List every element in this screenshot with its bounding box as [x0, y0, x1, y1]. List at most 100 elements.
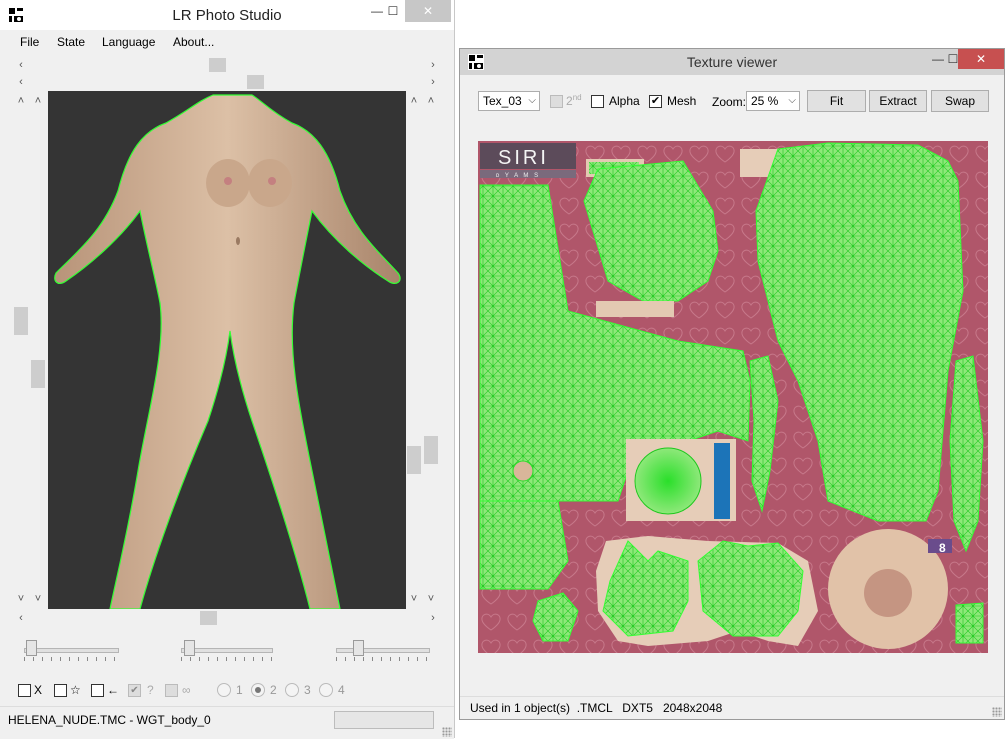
extract-button[interactable]: Extract [869, 90, 927, 112]
radio-2[interactable] [251, 683, 265, 697]
top-hscroll-2[interactable]: ‹ › [14, 75, 440, 89]
radio-4[interactable] [319, 683, 333, 697]
scroll-left-icon[interactable]: ‹ [14, 58, 28, 72]
scroll-left-icon[interactable]: ‹ [14, 75, 28, 89]
slider-handle[interactable] [184, 640, 195, 656]
checkbox-alpha-label: Alpha [609, 94, 640, 108]
checkbox-question-label: ? [147, 683, 154, 697]
radio-3[interactable] [285, 683, 299, 697]
menu-state[interactable]: State [57, 35, 85, 49]
scroll-thumb[interactable] [14, 307, 28, 335]
scroll-thumb[interactable] [407, 446, 421, 474]
checkbox-mesh[interactable]: ✔ [649, 95, 662, 108]
radio-3-label: 3 [304, 683, 311, 697]
checkbox-alpha[interactable] [591, 95, 604, 108]
titlebar[interactable]: Texture viewer — ☐ ✕ [460, 49, 1004, 75]
progress-bar [334, 711, 434, 729]
checkbox-arrow[interactable] [91, 684, 104, 697]
close-button[interactable]: ✕ [405, 0, 451, 22]
scroll-thumb[interactable] [200, 611, 217, 625]
top-hscroll-1[interactable]: ‹ › [14, 58, 440, 72]
scroll-up-icon[interactable]: ˄ [31, 94, 45, 108]
slider-handle[interactable] [353, 640, 364, 656]
checkbox-question[interactable]: ✔ [128, 684, 141, 697]
right-vscroll-2[interactable]: ˄ ˅ [424, 92, 438, 608]
status-bar: Used in 1 object(s) .TMCL DXT5 2048x2048 [460, 696, 1004, 719]
texture-canvas[interactable]: SIRI ᴅ Y A M S 8 [478, 141, 988, 653]
checkbox-star[interactable] [54, 684, 67, 697]
checkbox-second-label: 2nd [566, 93, 582, 108]
slider-1[interactable] [24, 636, 119, 666]
texture-select[interactable]: Tex_03 ⌵ [478, 91, 540, 111]
radio-4-label: 4 [338, 683, 345, 697]
radio-1[interactable] [217, 683, 231, 697]
radio-dot [255, 687, 261, 693]
star-icon: ☆ [70, 683, 81, 697]
slider-ticks [24, 657, 119, 661]
radio-1-label: 1 [236, 683, 243, 697]
right-vscroll-1[interactable]: ˄ ˅ [407, 92, 421, 608]
checkbox-mesh-label: Mesh [667, 94, 697, 108]
slider-handle[interactable] [26, 640, 37, 656]
scroll-down-icon[interactable]: ˅ [424, 592, 438, 606]
zoom-label: Zoom: [712, 95, 747, 109]
logo-text: SIRI [498, 147, 549, 169]
texture-select-value: Tex_03 [483, 94, 522, 108]
slider-track [336, 648, 430, 653]
menu-language[interactable]: Language [102, 35, 155, 49]
checkbox-infinity[interactable] [165, 684, 178, 697]
scroll-right-icon[interactable]: › [426, 611, 440, 625]
radio-2-label: 2 [270, 683, 277, 697]
resize-grip-icon[interactable] [442, 727, 452, 737]
slider-3[interactable] [336, 636, 430, 666]
texture-badge-8: 8 [939, 541, 946, 555]
slider-ticks [336, 657, 430, 661]
chevron-down-icon: ⌵ [788, 95, 796, 106]
scroll-thumb[interactable] [31, 360, 45, 388]
left-vscroll-1[interactable]: ˄ ˅ [14, 92, 28, 608]
checkbox-second[interactable] [550, 95, 563, 108]
scroll-left-icon[interactable]: ‹ [14, 611, 28, 625]
chevron-down-icon: ⌵ [528, 95, 536, 106]
zoom-select-value: 25 % [751, 94, 779, 108]
scroll-thumb[interactable] [209, 58, 226, 72]
slider-2[interactable] [181, 636, 273, 666]
status-text: HELENA_NUDE.TMC - WGT_body_0 [8, 713, 211, 727]
scroll-down-icon[interactable]: ˅ [14, 592, 28, 606]
scroll-right-icon[interactable]: › [426, 75, 440, 89]
checkbox-x[interactable] [18, 684, 31, 697]
photo-studio-window: LR Photo Studio — ☐ ✕ File State Languag… [0, 0, 455, 739]
arrow-left-icon: ← [107, 683, 119, 697]
zoom-select[interactable]: 25 % ⌵ [746, 91, 800, 111]
left-vscroll-2[interactable]: ˄ ˅ [31, 92, 45, 608]
fit-button[interactable]: Fit [807, 90, 866, 112]
slider-ticks [181, 657, 273, 661]
scroll-down-icon[interactable]: ˅ [31, 592, 45, 606]
scroll-down-icon[interactable]: ˅ [407, 592, 421, 606]
maximize-button[interactable]: ☐ [378, 0, 408, 22]
close-button[interactable]: ✕ [958, 49, 1004, 69]
slider-track [24, 648, 119, 653]
infinity-icon: ∞ [182, 683, 191, 697]
scroll-up-icon[interactable]: ˄ [407, 94, 421, 108]
texture-viewer-window: Texture viewer — ☐ ✕ Tex_03 ⌵ 2nd Alpha … [459, 48, 1005, 720]
scroll-thumb[interactable] [247, 75, 264, 89]
scroll-up-icon[interactable]: ˄ [14, 94, 28, 108]
titlebar[interactable]: LR Photo Studio — ☐ ✕ [0, 0, 454, 30]
body-model-render [54, 94, 401, 609]
resize-grip-icon[interactable] [992, 707, 1002, 717]
swap-button[interactable]: Swap [931, 90, 989, 112]
menu-file[interactable]: File [20, 35, 39, 49]
menubar: File State Language About... [0, 31, 454, 53]
status-text: Used in 1 object(s) .TMCL DXT5 2048x2048 [470, 701, 723, 715]
status-bar: HELENA_NUDE.TMC - WGT_body_0 [0, 706, 454, 739]
scroll-thumb[interactable] [424, 436, 438, 464]
scroll-right-icon[interactable]: › [426, 58, 440, 72]
model-viewport[interactable] [48, 91, 406, 609]
checkbox-x-label: X [34, 683, 43, 697]
scroll-up-icon[interactable]: ˄ [424, 94, 438, 108]
texture-atlas: SIRI ᴅ Y A M S 8 [478, 141, 988, 653]
logo-subtext: ᴅ Y A M S [496, 173, 540, 179]
menu-about[interactable]: About... [173, 35, 214, 49]
bottom-hscroll[interactable]: ‹ › [14, 611, 440, 625]
